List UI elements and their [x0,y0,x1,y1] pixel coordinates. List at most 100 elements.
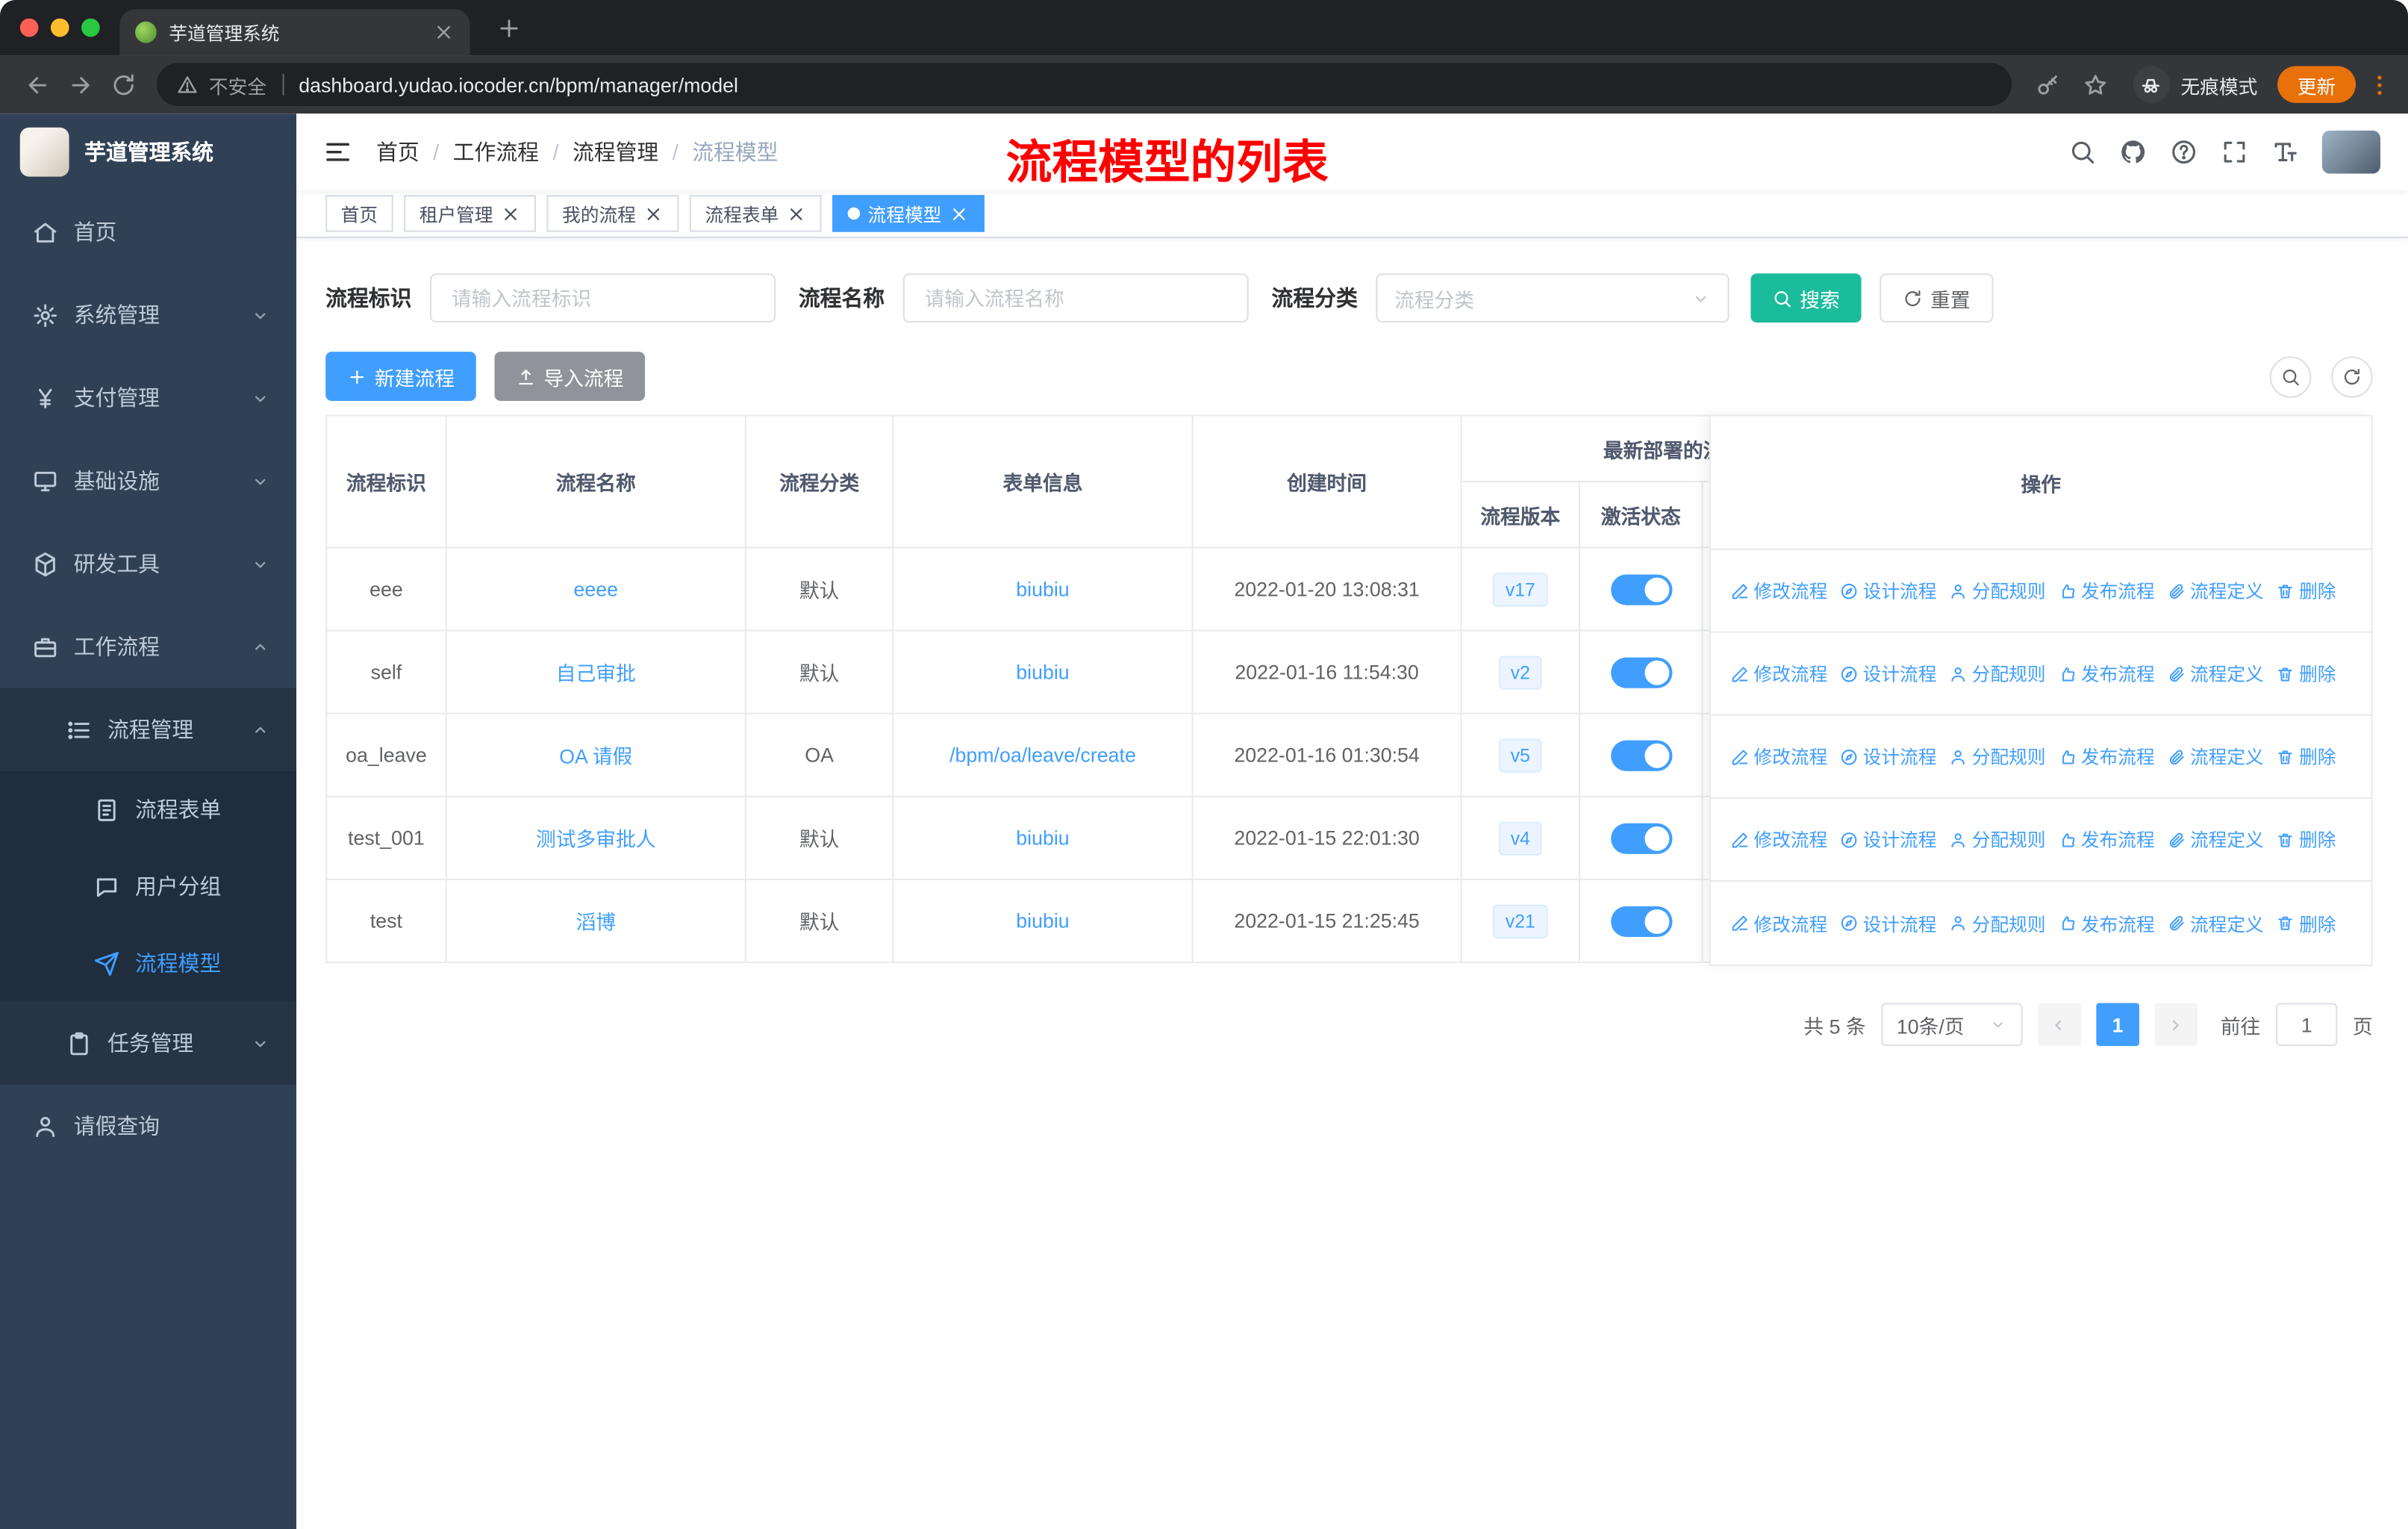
modify-action-link[interactable]: 修改流程 [1731,826,1827,853]
import-process-button[interactable]: 导入流程 [494,352,646,401]
design-action-link[interactable]: 设计流程 [1840,661,1936,687]
form-info-link[interactable]: /bpm/oa/leave/create [949,744,1136,767]
design-action-link[interactable]: 设计流程 [1840,578,1936,604]
assign-rule-action-link[interactable]: 分配规则 [1949,661,2046,687]
password-manager-icon[interactable] [2035,72,2061,98]
fullscreen-icon[interactable] [2221,138,2248,166]
design-action-link[interactable]: 设计流程 [1840,826,1936,853]
sidebar-item-process-management[interactable]: 流程管理 [0,688,297,771]
sidebar-item-payment-management[interactable]: 支付管理 [0,356,297,440]
font-size-icon[interactable] [2271,138,2299,166]
browser-menu-icon[interactable] [2366,72,2392,98]
new-tab-button[interactable] [496,16,523,42]
app-logo[interactable]: 芋道管理系统 [0,113,296,190]
sidebar-item-user-group[interactable]: 用户分组 [0,847,297,925]
active-toggle[interactable] [1610,656,1672,688]
form-info-link[interactable]: biubiu [1016,661,1069,684]
sidebar-item-leave-query[interactable]: 请假查询 [0,1084,297,1168]
tab-close-icon[interactable] [433,22,455,43]
active-toggle[interactable] [1610,573,1672,605]
active-toggle[interactable] [1610,739,1672,770]
delete-action-link[interactable]: 删除 [2276,744,2336,770]
process-name-link[interactable]: 滔博 [576,911,616,934]
sidebar-item-process-form[interactable]: 流程表单 [0,770,297,848]
assign-rule-action-link[interactable]: 分配规则 [1949,910,2046,936]
assign-rule-action-link[interactable]: 分配规则 [1949,826,2046,853]
reset-button[interactable]: 重置 [1880,273,1994,323]
delete-action-link[interactable]: 删除 [2276,578,2336,604]
publish-action-link[interactable]: 发布流程 [2058,661,2155,687]
definition-action-link[interactable]: 流程定义 [2167,826,2264,853]
process-name-link[interactable]: 测试多审批人 [536,828,656,851]
sidebar-item-process-model[interactable]: 流程模型 [0,924,297,1002]
assign-rule-action-link[interactable]: 分配规则 [1949,578,2046,604]
definition-action-link[interactable]: 流程定义 [2167,744,2264,770]
delete-action-link[interactable]: 删除 [2276,910,2336,936]
sidebar-item-infrastructure[interactable]: 基础设施 [0,439,297,523]
close-window-button[interactable] [19,18,39,37]
sidebar-item-task-management[interactable]: 任务管理 [0,1001,297,1085]
header-search-icon[interactable] [2068,138,2096,166]
reload-button[interactable] [102,63,145,106]
active-toggle[interactable] [1610,905,1672,936]
filter-name-input[interactable] [902,273,1249,323]
breadcrumb-item[interactable]: 工作流程 [453,137,539,167]
definition-action-link[interactable]: 流程定义 [2167,661,2264,687]
close-icon[interactable] [787,204,807,224]
tag-tenant-management[interactable]: 租户管理 [404,195,537,232]
publish-action-link[interactable]: 发布流程 [2058,578,2155,604]
publish-action-link[interactable]: 发布流程 [2058,826,2155,853]
address-bar[interactable]: 不安全 dashboard.yudao.iocoder.cn/bpm/manag… [156,63,2012,106]
modify-action-link[interactable]: 修改流程 [1731,661,1827,687]
form-info-link[interactable]: biubiu [1016,909,1069,932]
github-icon[interactable] [2119,138,2147,166]
sidebar-item-home[interactable]: 首页 [0,190,297,274]
modify-action-link[interactable]: 修改流程 [1731,910,1827,936]
close-icon[interactable] [501,204,521,224]
filter-category-select[interactable]: 流程分类 [1376,273,1729,323]
sidebar-toggle-icon[interactable] [322,137,353,167]
back-button[interactable] [16,63,59,106]
tag-my-process[interactable]: 我的流程 [546,195,679,232]
update-button[interactable]: 更新 [2277,66,2356,103]
tag-home[interactable]: 首页 [325,195,393,232]
sidebar-item-dev-tools[interactable]: 研发工具 [0,522,297,605]
close-icon[interactable] [643,204,664,224]
page-size-select[interactable]: 10条/页 [1881,1003,2023,1047]
current-page-button[interactable]: 1 [2096,1003,2139,1047]
tag-process-model[interactable]: 流程模型 [832,195,985,232]
sidebar-item-system-management[interactable]: 系统管理 [0,273,297,357]
definition-action-link[interactable]: 流程定义 [2167,910,2264,936]
goto-page-input[interactable] [2276,1003,2338,1047]
delete-action-link[interactable]: 删除 [2276,826,2336,853]
next-page-button[interactable] [2154,1003,2198,1047]
delete-action-link[interactable]: 删除 [2276,661,2336,687]
filter-id-input[interactable] [430,273,776,323]
breadcrumb-item[interactable]: 流程管理 [573,137,658,167]
design-action-link[interactable]: 设计流程 [1840,910,1936,936]
refresh-table-button[interactable] [2331,355,2373,397]
prev-page-button[interactable] [2038,1003,2081,1047]
modify-action-link[interactable]: 修改流程 [1731,578,1827,604]
toggle-search-button[interactable] [2269,355,2312,397]
assign-rule-action-link[interactable]: 分配规则 [1949,744,2046,770]
bookmark-star-icon[interactable] [2083,72,2109,98]
forward-button[interactable] [58,63,102,106]
process-name-link[interactable]: 自己审批 [556,662,636,685]
minimize-window-button[interactable] [50,18,69,37]
sidebar-item-workflow[interactable]: 工作流程 [0,605,297,688]
search-button[interactable]: 搜索 [1750,273,1862,323]
publish-action-link[interactable]: 发布流程 [2058,744,2155,770]
breadcrumb-item[interactable]: 首页 [376,137,419,167]
close-icon[interactable] [949,204,970,224]
form-info-link[interactable]: biubiu [1016,578,1069,601]
docs-help-icon[interactable] [2170,138,2198,166]
process-name-link[interactable]: eeee [574,578,619,601]
process-name-link[interactable]: OA 请假 [559,745,632,768]
design-action-link[interactable]: 设计流程 [1840,744,1936,770]
form-info-link[interactable]: biubiu [1016,826,1069,850]
active-toggle[interactable] [1610,822,1672,853]
browser-tab[interactable]: 芋道管理系统 [119,9,470,56]
modify-action-link[interactable]: 修改流程 [1731,744,1827,770]
create-process-button[interactable]: 新建流程 [325,352,476,401]
